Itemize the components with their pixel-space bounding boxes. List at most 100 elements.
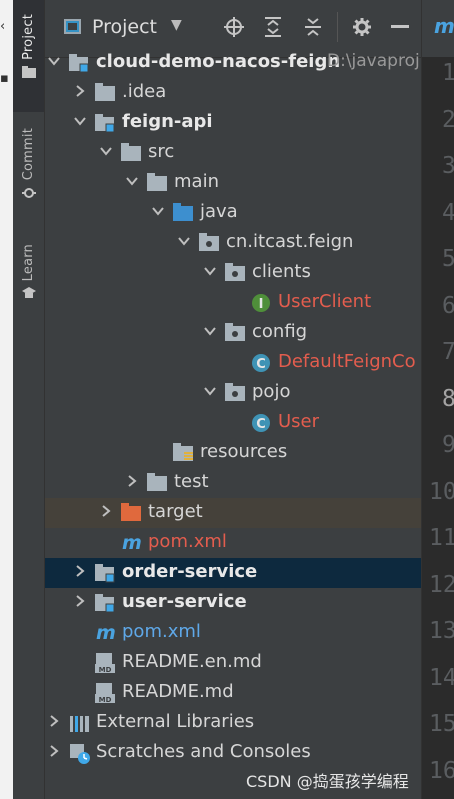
tree-row[interactable]: feign-api (45, 108, 421, 138)
tree-row-label: External Libraries (96, 711, 255, 732)
chevron-down-icon[interactable] (73, 114, 87, 130)
expand-all-icon[interactable] (261, 15, 285, 39)
project-panel-title[interactable]: Project (92, 16, 157, 38)
tab-learn[interactable]: Learn (13, 238, 44, 318)
line-number: 14 (429, 664, 454, 691)
source-folder-icon (173, 203, 193, 223)
folder-icon (95, 83, 115, 103)
tree-row[interactable]: target (45, 498, 421, 528)
tree-row[interactable]: test (45, 468, 421, 498)
tree-row-label: DefaultFeignCo (278, 351, 416, 372)
commit-icon (21, 186, 36, 204)
tree-row[interactable]: .idea (45, 78, 421, 108)
tree-row[interactable]: External Libraries (45, 708, 421, 738)
scratches-icon (69, 743, 90, 764)
line-number: 16 (429, 757, 454, 784)
toolbar-separator (337, 12, 338, 42)
tree-row-label: java (200, 201, 238, 222)
maven-file-icon: m (95, 622, 116, 644)
tree-row-label: config (252, 321, 308, 342)
line-number: 15 (429, 711, 454, 737)
line-number: 9 (442, 432, 454, 458)
chevron-right-icon[interactable] (47, 714, 61, 730)
gear-icon[interactable] (350, 15, 374, 39)
svg-text:I: I (259, 297, 264, 312)
tree-row[interactable]: src (45, 138, 421, 168)
package-icon (225, 263, 245, 283)
package-icon (199, 233, 219, 253)
line-number: 11 (429, 525, 454, 551)
chevron-down-icon[interactable] (203, 264, 217, 280)
tree-row-label: resources (200, 441, 288, 462)
tree-row[interactable]: MD README.md (45, 678, 421, 708)
view-dropdown-icon[interactable]: ▼ (171, 17, 182, 33)
chevron-down-icon[interactable] (99, 144, 113, 160)
chevron-right-icon[interactable] (99, 504, 113, 520)
tree-row[interactable]: cloud-demo-nacos-feign D:\javaproj (45, 48, 421, 78)
editor-tab[interactable]: m (422, 0, 454, 57)
line-number: 6 (442, 292, 454, 319)
chevron-right-icon[interactable] (73, 564, 87, 580)
tree-row[interactable]: config (45, 318, 421, 348)
class-icon: C (251, 413, 271, 433)
tool-window-strip: Project Commit Learn (13, 0, 45, 799)
minimize-icon[interactable] (388, 15, 412, 39)
tree-row[interactable]: order-service (45, 558, 421, 588)
project-panel: Project ▼ cloud-demo-nacos-feign D:\javap… (45, 0, 421, 799)
tree-row[interactable]: user-service (45, 588, 421, 618)
tree-row[interactable]: MD README.en.md (45, 648, 421, 678)
svg-text:m: m (96, 623, 116, 643)
tree-row[interactable]: C DefaultFeignCo (45, 348, 421, 378)
tab-project[interactable]: Project (13, 0, 44, 112)
tree-row-label: README.en.md (122, 651, 262, 672)
chevron-right-icon[interactable] (125, 474, 139, 490)
tree-row[interactable]: m pom.xml (45, 618, 421, 648)
tree-row[interactable]: clients (45, 258, 421, 288)
tree-row[interactable]: Scratches and Consoles (45, 738, 421, 768)
chevron-right-icon[interactable] (73, 594, 87, 610)
class-icon: C (251, 353, 271, 373)
tree-row[interactable]: main (45, 168, 421, 198)
tree-row[interactable]: resources (45, 438, 421, 468)
tree-row-label: test (174, 471, 209, 492)
line-number: 5 (442, 246, 454, 272)
collapse-all-icon[interactable] (301, 15, 325, 39)
tree-row-label: main (174, 171, 219, 192)
watermark: CSDN @捣蛋孩学编程 (246, 772, 409, 791)
line-number: 2 (442, 106, 454, 133)
chevron-down-icon[interactable] (203, 324, 217, 340)
chevron-right-icon[interactable] (73, 84, 87, 100)
tree-row[interactable]: C User (45, 408, 421, 438)
chevron-right-icon[interactable] (47, 744, 61, 760)
tree-row[interactable]: m pom.xml (45, 528, 421, 558)
chevron-down-icon[interactable] (151, 204, 165, 220)
locate-icon[interactable] (222, 15, 246, 39)
tree-row-label: pom.xml (122, 621, 201, 642)
maven-file-icon: m (121, 532, 142, 554)
chevron-down-icon[interactable] (47, 54, 61, 70)
folder-icon (21, 65, 36, 82)
line-number: 1 (442, 60, 454, 86)
left-window-edge: ‹ ▪ (0, 0, 13, 799)
tree-row[interactable]: cn.itcast.feign (45, 228, 421, 258)
tree-row-label: User (278, 411, 320, 432)
tree-row-label: .idea (122, 81, 167, 102)
libraries-icon (69, 713, 89, 733)
markdown-file-icon: MD (95, 683, 115, 704)
project-path: D:\javaproj (327, 51, 420, 71)
tree-row[interactable]: I UserClient (45, 288, 421, 318)
tree-row[interactable]: java (45, 198, 421, 228)
tab-commit-label: Commit (21, 128, 36, 181)
chevron-down-icon[interactable] (177, 234, 191, 250)
svg-text:MD: MD (99, 666, 112, 673)
chevron-down-icon[interactable] (125, 174, 139, 190)
folder-icon (147, 173, 167, 193)
svg-text:MD: MD (99, 696, 112, 703)
tree-row-label: target (148, 501, 203, 522)
tree-row[interactable]: pojo (45, 378, 421, 408)
tab-commit[interactable]: Commit (13, 122, 44, 222)
module-folder-icon (69, 53, 89, 73)
folder-icon (147, 473, 167, 493)
chevron-down-icon[interactable] (203, 384, 217, 400)
tree-row-label: src (148, 141, 175, 162)
